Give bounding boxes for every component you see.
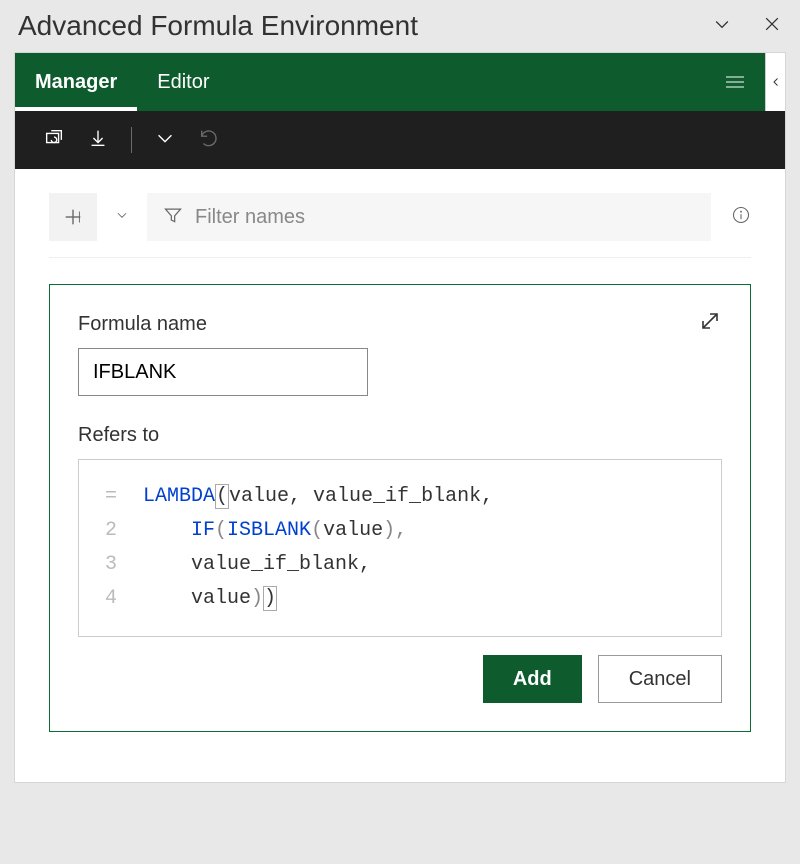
add-button[interactable]: Add (483, 655, 582, 703)
formula-editor[interactable]: =LAMBDA(value, value_if_blank, 2 IF(ISBL… (78, 459, 722, 637)
pane-title: Advanced Formula Environment (18, 10, 418, 42)
undo-icon (198, 127, 220, 154)
formula-card: Formula name Refers to =LAMBDA(value, va… (49, 284, 751, 732)
toolbar-separator (131, 127, 132, 153)
close-icon[interactable] (762, 14, 782, 39)
add-name-button[interactable] (49, 193, 97, 241)
menu-icon[interactable] (705, 53, 765, 111)
divider (49, 257, 751, 258)
tab-bar: Manager Editor (15, 53, 785, 111)
toolbar (15, 111, 785, 169)
filter-icon (163, 205, 183, 230)
download-icon[interactable] (87, 127, 109, 154)
info-icon[interactable] (731, 205, 751, 230)
refers-to-label: Refers to (78, 424, 722, 447)
cancel-button[interactable]: Cancel (598, 655, 722, 703)
add-name-dropdown[interactable] (109, 202, 135, 233)
tab-editor[interactable]: Editor (137, 53, 229, 111)
chevron-down-icon[interactable] (154, 127, 176, 154)
collapse-icon[interactable] (712, 14, 732, 39)
formula-name-label: Formula name (78, 313, 722, 336)
formula-name-input[interactable] (78, 348, 368, 396)
sync-icon[interactable] (43, 127, 65, 154)
expand-icon[interactable] (698, 309, 722, 338)
collapse-pane-icon[interactable] (765, 53, 785, 111)
tab-manager[interactable]: Manager (15, 53, 137, 111)
filter-input[interactable] (195, 206, 695, 229)
